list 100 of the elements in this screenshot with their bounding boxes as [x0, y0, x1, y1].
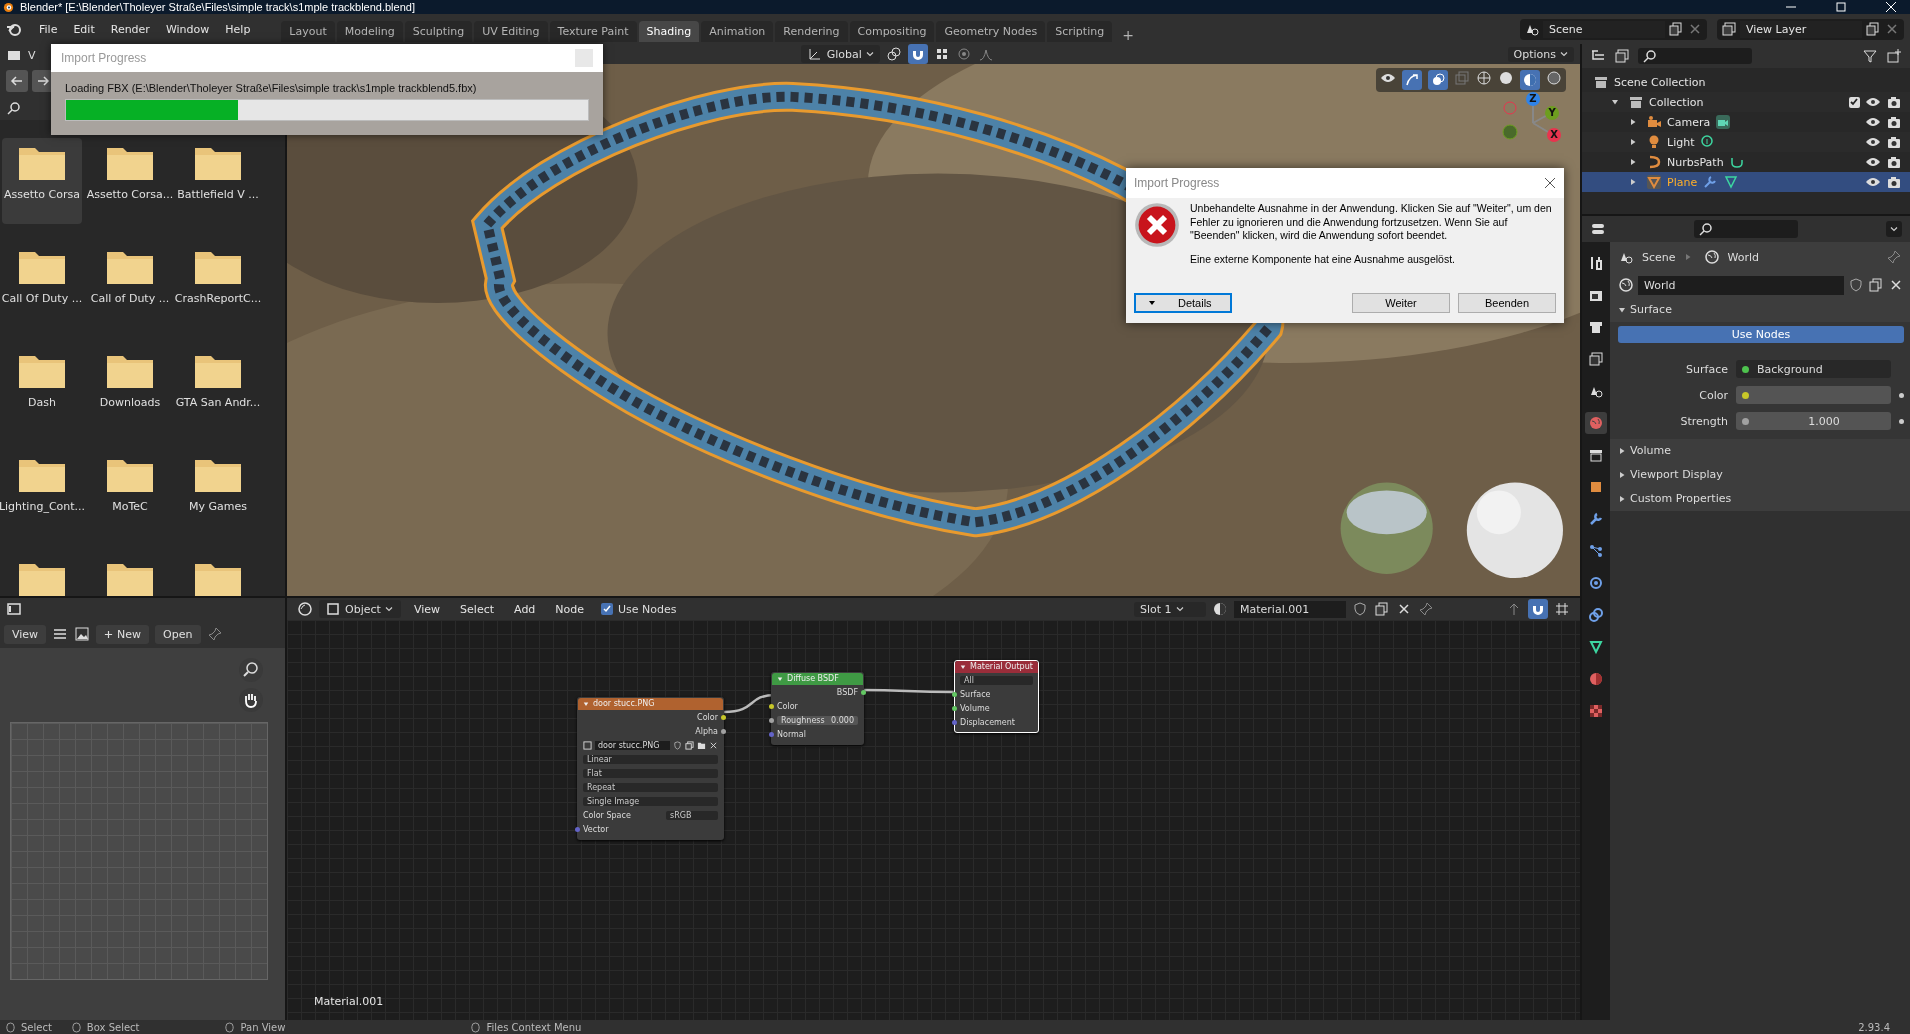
workspace-tab[interactable]: Compositing	[849, 20, 935, 42]
expanded-triangle-icon[interactable]	[583, 701, 589, 707]
transform-orientation-dropdown[interactable]: Global	[800, 45, 880, 63]
object-dropdown[interactable]: Object	[319, 600, 401, 618]
breadcrumb-item[interactable]: World	[1727, 250, 1760, 264]
menu-item[interactable]: Select	[453, 599, 502, 619]
collapsed-triangle-icon[interactable]	[1618, 471, 1626, 479]
collapsed-triangle-icon[interactable]	[1618, 447, 1626, 455]
workspace-tab[interactable]: UV Editing	[474, 20, 548, 42]
world-icon[interactable]	[1618, 277, 1634, 293]
image-stack-icon[interactable]	[1721, 21, 1737, 37]
menu-item[interactable]: Edit	[66, 19, 102, 39]
workspace-tab[interactable]: Modeling	[336, 20, 403, 42]
socket-dot[interactable]	[952, 691, 957, 697]
folder-item[interactable]: Call Of Duty ...	[2, 242, 82, 328]
socket-dot[interactable]	[769, 717, 774, 723]
pin-icon[interactable]	[1418, 601, 1434, 617]
copy-icon[interactable]	[1668, 21, 1684, 37]
node-dropdown[interactable]: All	[960, 675, 1033, 685]
view-layer-field[interactable]: View Layer	[1740, 20, 1862, 38]
node-editor-icon[interactable]	[297, 601, 313, 617]
node-header[interactable]: door stucc.PNG	[578, 698, 723, 710]
property-field[interactable]: Background	[1736, 360, 1891, 378]
workspace-tab[interactable]: Scripting	[1047, 20, 1113, 42]
image-stack-icon[interactable]	[1614, 48, 1630, 64]
breadcrumb-item[interactable]: Scene	[1642, 250, 1676, 264]
menu-item[interactable]: Node	[548, 599, 592, 619]
wireframe-sphere-icon[interactable]	[1476, 70, 1492, 86]
new-image-button[interactable]: New	[96, 624, 150, 644]
chevron-down-icon[interactable]	[1890, 225, 1898, 233]
camera-icon[interactable]	[1886, 134, 1902, 150]
snap-magnet-icon[interactable]	[907, 44, 928, 64]
material-sphere-icon[interactable]	[1212, 601, 1228, 617]
shield-icon[interactable]	[1352, 601, 1368, 617]
outliner-item[interactable]: Plane	[1582, 172, 1910, 192]
blender-logo-icon[interactable]	[6, 21, 22, 37]
copy-icon[interactable]	[1374, 601, 1390, 617]
menu-item[interactable]: Add	[507, 599, 543, 619]
outliner-item[interactable]: Camera	[1582, 112, 1910, 132]
folder-item[interactable]: Lighting_Cont...	[2, 450, 82, 536]
zoom-icon[interactable]	[239, 658, 263, 682]
world-name-field[interactable]: World	[1638, 275, 1844, 295]
search-field[interactable]	[1638, 48, 1752, 64]
quit-button[interactable]: Beenden	[1458, 293, 1556, 313]
panel-header[interactable]: Volume	[1618, 439, 1910, 463]
keyframe-dot-icon[interactable]	[1899, 392, 1904, 398]
node-dropdown[interactable]: Single Image	[583, 796, 718, 806]
camera-icon[interactable]	[1886, 114, 1902, 130]
new-collection-icon[interactable]	[1886, 48, 1902, 64]
overlay-circles-icon[interactable]	[1428, 70, 1448, 90]
socket-dot[interactable]	[575, 826, 580, 832]
panel-header[interactable]: Viewport Display	[1618, 463, 1910, 487]
camera-icon[interactable]	[1886, 154, 1902, 170]
exclude-checkbox[interactable]	[1849, 96, 1860, 108]
node-dropdown[interactable]: sRGB	[666, 810, 718, 820]
workspace-tab[interactable]: Rendering	[775, 20, 848, 42]
socket-dot[interactable]	[861, 689, 866, 695]
search-icon[interactable]	[6, 100, 22, 116]
chevron-down-icon[interactable]	[1560, 50, 1568, 58]
node-dropdown[interactable]: Linear	[583, 754, 718, 764]
wrench-icon[interactable]	[1702, 174, 1719, 190]
options-dropdown[interactable]: Options	[1507, 46, 1574, 62]
node-header[interactable]: Material Output	[955, 661, 1038, 673]
editor-type-icon[interactable]	[1590, 221, 1606, 237]
collapsed-triangle-icon[interactable]	[1629, 178, 1637, 186]
workspace-tab[interactable]: Animation	[701, 20, 774, 42]
panel-header[interactable]: Surface	[1618, 298, 1910, 322]
scene-field[interactable]: Scene	[1543, 20, 1665, 38]
outliner-item[interactable]: Scene Collection	[1582, 72, 1910, 92]
folder-item[interactable]: Dash	[2, 346, 82, 432]
view-menu-button[interactable]: View	[4, 624, 47, 644]
maximize-icon[interactable]	[1836, 2, 1846, 12]
menu-icon[interactable]	[52, 626, 69, 642]
socket-dot[interactable]	[769, 731, 774, 737]
use-nodes-checkbox[interactable]: Use Nodes	[601, 602, 677, 616]
collapsed-triangle-icon[interactable]	[1618, 495, 1626, 503]
socket-dot[interactable]	[952, 705, 957, 711]
node-dropdown[interactable]: Repeat	[583, 782, 718, 792]
folder-item[interactable]: GTA San Andr...	[178, 346, 258, 432]
workspace-tab[interactable]: Sculpting	[404, 20, 473, 42]
chevron-down-icon[interactable]	[1175, 605, 1184, 613]
collapsed-triangle-icon[interactable]	[1629, 118, 1637, 126]
property-field[interactable]: 1.000	[1736, 412, 1891, 430]
workspace-tab[interactable]: Shading	[638, 20, 700, 42]
socket-dot[interactable]	[721, 714, 726, 720]
workspace-tab[interactable]: Geometry Nodes	[936, 20, 1046, 42]
filter-icon[interactable]	[1862, 48, 1878, 64]
light-data-icon[interactable]	[1699, 134, 1716, 150]
shield-icon[interactable]	[1848, 277, 1864, 293]
camera-data-icon[interactable]	[1715, 114, 1732, 130]
search-field[interactable]	[1694, 220, 1798, 238]
add-workspace-button[interactable]: +	[1114, 22, 1140, 40]
shader-node[interactable]: Material Output All Surface Volume Displacement	[954, 660, 1039, 733]
menu-item[interactable]: Render	[103, 19, 157, 39]
snap-magnet-icon[interactable]	[1528, 599, 1548, 619]
menu-item[interactable]: Window	[158, 19, 217, 39]
pin-icon[interactable]	[1886, 249, 1902, 265]
pivot-icon[interactable]	[885, 46, 902, 62]
world-icon[interactable]	[1585, 412, 1607, 434]
folder-item[interactable]: My Games	[178, 450, 258, 536]
